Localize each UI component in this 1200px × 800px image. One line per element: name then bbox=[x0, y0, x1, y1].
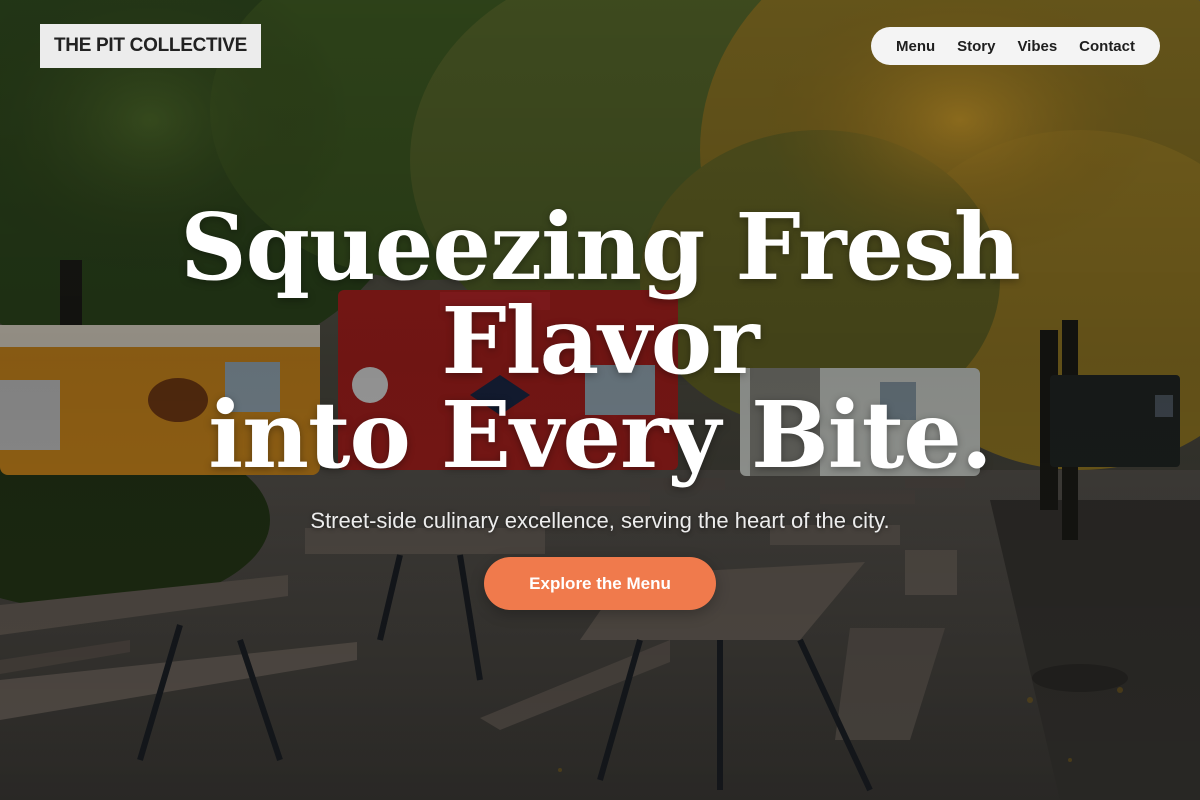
brand-name: THE PIT COLLECTIVE bbox=[53, 35, 248, 56]
nav-item-story[interactable]: Story bbox=[957, 38, 995, 55]
nav-item-contact[interactable]: Contact bbox=[1079, 38, 1135, 55]
nav-item-vibes[interactable]: Vibes bbox=[1017, 38, 1057, 55]
nav-item-menu[interactable]: Menu bbox=[896, 38, 935, 55]
brand-logo[interactable]: THE PIT COLLECTIVE bbox=[40, 24, 261, 68]
main-nav: Menu Story Vibes Contact bbox=[871, 27, 1160, 65]
hero-title-line-2: Flavor bbox=[441, 287, 759, 395]
hero-subtitle: Street-side culinary excellence, serving… bbox=[310, 508, 890, 533]
hero-title-line-1: Squeezing Fresh bbox=[180, 193, 1021, 301]
hero-title: Squeezing Fresh Flavor into Every Bite. bbox=[0, 200, 1200, 482]
hero-title-line-3: into Every Bite. bbox=[208, 381, 993, 489]
explore-menu-button[interactable]: Explore the Menu bbox=[484, 557, 716, 610]
